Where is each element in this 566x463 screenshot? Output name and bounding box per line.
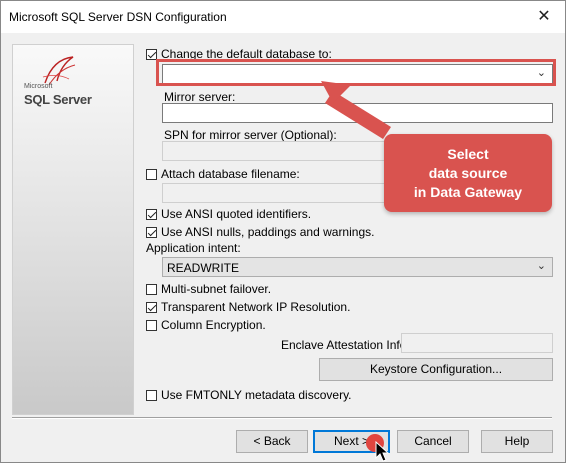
enclave-info-input[interactable] [401, 333, 553, 353]
ansi-quoted-checkbox[interactable]: Use ANSI quoted identifiers. [146, 207, 311, 221]
close-icon[interactable]: ✕ [529, 5, 559, 29]
fmtonly-checkbox[interactable]: Use FMTONLY metadata discovery. [146, 388, 352, 402]
mouse-cursor-icon [375, 441, 389, 462]
checkbox-box[interactable] [146, 168, 157, 180]
annotation-callout: Select data source in Data Gateway [384, 134, 552, 212]
mirror-server-label: Mirror server: [164, 90, 236, 104]
footer-separator [12, 417, 552, 419]
sql-server-logo-panel: Microsoft SQL Server [12, 44, 134, 415]
attach-db-checkbox[interactable]: Attach database filename: [146, 167, 300, 181]
application-intent-label: Application intent: [146, 241, 241, 255]
title-bar: Microsoft SQL Server DSN Configuration ✕ [1, 1, 565, 33]
enclave-info-label: Enclave Attestation Info: [281, 338, 410, 352]
chevron-down-icon[interactable]: ⌄ [537, 259, 546, 272]
keystore-configuration-button[interactable]: Keystore Configuration... [319, 358, 553, 381]
callout-line-3: in Data Gateway [413, 183, 523, 200]
callout-line-1: Select [447, 145, 489, 162]
ansi-nulls-checkbox[interactable]: Use ANSI nulls, paddings and warnings. [146, 225, 374, 239]
back-button[interactable]: < Back [236, 430, 308, 453]
checkbox-box[interactable] [146, 208, 157, 220]
column-encryption-label: Column Encryption. [161, 318, 266, 332]
checkbox-box[interactable] [146, 48, 157, 60]
fmtonly-label: Use FMTONLY metadata discovery. [161, 388, 352, 402]
callout-line-2: data source [428, 164, 508, 181]
window-title: Microsoft SQL Server DSN Configuration [9, 10, 227, 24]
checkbox-box[interactable] [146, 319, 157, 331]
ansi-quoted-label: Use ANSI quoted identifiers. [161, 207, 312, 221]
column-encryption-checkbox[interactable]: Column Encryption. [146, 318, 266, 332]
attach-db-input[interactable] [162, 183, 385, 203]
checkbox-box[interactable] [146, 389, 157, 401]
checkbox-box[interactable] [146, 301, 157, 313]
logo-sqlserver-text: SQL Server [24, 92, 92, 107]
cancel-button[interactable]: Cancel [397, 430, 469, 453]
checkbox-box[interactable] [146, 283, 157, 295]
multi-subnet-label: Multi-subnet failover. [161, 282, 272, 296]
help-button[interactable]: Help [481, 430, 553, 453]
attach-db-label: Attach database filename: [161, 167, 300, 181]
logo-microsoft-text: Microsoft [24, 83, 53, 90]
multi-subnet-checkbox[interactable]: Multi-subnet failover. [146, 282, 271, 296]
transparent-ip-checkbox[interactable]: Transparent Network IP Resolution. [146, 300, 350, 314]
spn-mirror-label: SPN for mirror server (Optional): [164, 128, 337, 142]
dsn-config-dialog: Microsoft SQL Server DSN Configuration ✕… [0, 0, 566, 463]
application-intent-dropdown[interactable]: READWRITE ⌄ [162, 257, 553, 277]
checkbox-box[interactable] [146, 226, 157, 238]
application-intent-value: READWRITE [167, 261, 239, 275]
transparent-ip-label: Transparent Network IP Resolution. [161, 300, 351, 314]
ansi-nulls-label: Use ANSI nulls, paddings and warnings. [161, 225, 375, 239]
